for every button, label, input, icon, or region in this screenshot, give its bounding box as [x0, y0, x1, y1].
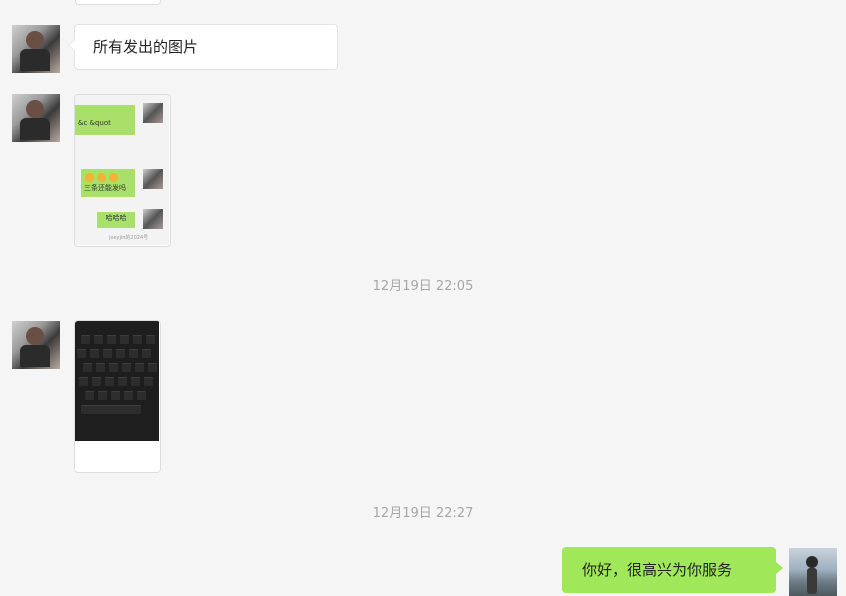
key: [135, 363, 144, 372]
chat-screenshot-thumbnail: &c &quot 三条还能发吗 哈哈哈 joeyjin的2024号: [75, 95, 169, 245]
keyboard-photo: [75, 321, 159, 441]
key: [83, 363, 92, 372]
key: [144, 377, 153, 386]
image-message-photo[interactable]: [74, 320, 161, 473]
mini-avatar: [143, 209, 163, 229]
avatar-body: [20, 49, 50, 71]
contact-avatar[interactable]: [12, 94, 60, 142]
key: [77, 349, 86, 358]
key: [137, 391, 146, 400]
emoji-icon: [109, 173, 118, 182]
emoji-icon: [85, 173, 94, 182]
mini-bubble-text: 哈哈哈: [105, 214, 127, 222]
avatar-body: [20, 118, 50, 140]
message-bubble[interactable]: 所有发出的图片: [68, 24, 338, 70]
key: [129, 349, 138, 358]
photo-background: [75, 441, 159, 471]
key: [90, 349, 99, 358]
key: [116, 349, 125, 358]
key: [79, 377, 88, 386]
avatar-body: [807, 568, 817, 594]
mini-footer: joeyjin的2024号: [109, 234, 148, 241]
contact-avatar[interactable]: [12, 25, 60, 73]
timestamp: 12月19日 22:05: [372, 279, 474, 294]
avatar-body: [20, 345, 50, 367]
mini-avatar: [143, 103, 163, 123]
mini-avatar: [143, 169, 163, 189]
key: [85, 391, 94, 400]
key: [92, 377, 101, 386]
key: [120, 335, 129, 344]
avatar-face: [26, 327, 44, 345]
avatar-face: [806, 556, 818, 568]
mini-bubble: &c &quot: [75, 105, 135, 135]
key: [105, 377, 114, 386]
key: [81, 335, 90, 344]
key: [107, 335, 116, 344]
message-text: 所有发出的图片: [93, 38, 199, 56]
key: [96, 363, 105, 372]
mini-bubble-text: &c &quot: [78, 119, 111, 127]
my-message-bubble[interactable]: 你好，很高兴为你服务: [562, 547, 783, 593]
mini-bubble-text: 三条还能发吗: [84, 184, 126, 192]
avatar-face: [26, 31, 44, 49]
key: [142, 349, 151, 358]
avatar-face: [26, 100, 44, 118]
contact-avatar[interactable]: [12, 321, 60, 369]
key: [146, 335, 155, 344]
message-text: 你好，很高兴为你服务: [582, 561, 733, 579]
mini-bubble: 哈哈哈: [97, 212, 135, 228]
emoji-icon: [97, 173, 106, 182]
key: [98, 391, 107, 400]
key: [148, 363, 157, 372]
key: [103, 349, 112, 358]
my-avatar[interactable]: [789, 548, 837, 596]
key: [111, 391, 120, 400]
key: [131, 377, 140, 386]
partial-image-message[interactable]: [75, 0, 161, 5]
key: [118, 377, 127, 386]
key: [122, 363, 131, 372]
key: [124, 391, 133, 400]
timestamp: 12月19日 22:27: [372, 506, 474, 521]
key: [94, 335, 103, 344]
image-message-screenshot[interactable]: &c &quot 三条还能发吗 哈哈哈 joeyjin的2024号: [74, 94, 171, 247]
key: [109, 363, 118, 372]
key: [81, 405, 141, 414]
key: [133, 335, 142, 344]
mini-footer-text: joeyjin的2024号: [109, 235, 149, 241]
